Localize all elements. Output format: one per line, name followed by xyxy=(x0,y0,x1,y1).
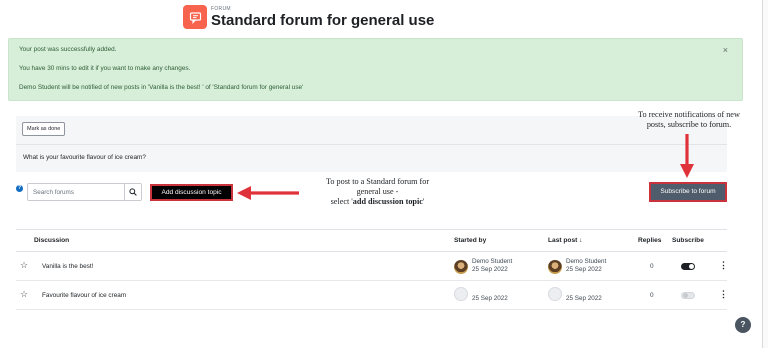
column-discussion[interactable]: Discussion xyxy=(34,237,69,244)
table-row[interactable]: ☆ Vanilla is the best! Demo Student 25 S… xyxy=(16,252,728,281)
alert-message-posted: Your post was successfully added. xyxy=(19,46,117,53)
add-discussion-topic-button[interactable]: Add discussion topic xyxy=(150,184,233,201)
more-options-icon[interactable]: ⋮ xyxy=(719,290,728,299)
scrollbar[interactable] xyxy=(762,0,768,348)
discussion-table: Discussion Started by Last post ↓ Replie… xyxy=(16,229,728,310)
started-by-name[interactable]: Demo Student xyxy=(472,258,512,266)
alert-message-edit-window: You have 30 mins to edit it if you want … xyxy=(19,65,191,72)
avatar[interactable] xyxy=(454,287,468,301)
divider xyxy=(16,144,727,145)
last-post-info: 25 Sep 2022 xyxy=(566,295,602,303)
more-options-icon[interactable]: ⋮ xyxy=(719,261,728,270)
search-button[interactable] xyxy=(124,184,141,200)
avatar[interactable] xyxy=(548,260,562,274)
page-type-label: FORUM xyxy=(211,5,231,12)
annotation-arrow-down xyxy=(680,134,694,178)
forum-icon xyxy=(183,5,207,29)
table-row[interactable]: ☆ Favourite flavour of ice cream 25 Sep … xyxy=(16,281,728,310)
star-icon[interactable]: ☆ xyxy=(20,290,28,299)
mark-as-done-button[interactable]: Mark as done xyxy=(22,122,66,136)
subscribe-toggle[interactable] xyxy=(681,292,695,299)
avatar[interactable] xyxy=(454,260,468,274)
subscribe-toggle[interactable] xyxy=(681,263,695,270)
started-by-date: 25 Sep 2022 xyxy=(472,295,508,302)
started-by-date: 25 Sep 2022 xyxy=(472,266,508,273)
help-icon[interactable]: ? xyxy=(16,185,23,192)
replies-count[interactable]: 0 xyxy=(650,292,654,299)
success-alert: Your post was successfully added. You ha… xyxy=(8,38,743,101)
close-icon[interactable]: × xyxy=(723,45,728,55)
page-title: Standard forum for general use xyxy=(211,11,435,29)
started-by-info: 25 Sep 2022 xyxy=(472,295,508,303)
started-by-info: Demo Student 25 Sep 2022 xyxy=(472,258,512,274)
last-post-info: Demo Student 25 Sep 2022 xyxy=(566,258,606,274)
toggle-knob xyxy=(689,264,694,269)
alert-message-notification: Demo Student will be notified of new pos… xyxy=(19,84,304,91)
search-icon xyxy=(129,188,137,196)
last-post-name[interactable]: Demo Student xyxy=(566,258,606,266)
search-forums xyxy=(27,183,142,201)
star-icon[interactable]: ☆ xyxy=(20,261,28,270)
search-input[interactable] xyxy=(28,184,124,200)
toggle-knob xyxy=(683,293,688,298)
last-post-date[interactable]: 25 Sep 2022 xyxy=(566,295,602,303)
column-replies[interactable]: Replies xyxy=(638,237,661,244)
annotation-arrow-left xyxy=(237,186,299,200)
annotation-add-topic: To post to a Standard forum for general … xyxy=(325,177,430,206)
column-subscribe: Subscribe xyxy=(672,237,704,244)
replies-count[interactable]: 0 xyxy=(650,263,654,270)
subscribe-to-forum-button[interactable]: Subscribe to forum xyxy=(649,182,727,202)
page-header: FORUM Standard forum for general use xyxy=(183,5,434,29)
column-started-by[interactable]: Started by xyxy=(454,237,486,244)
annotation-subscribe: To receive notifications of new posts, s… xyxy=(638,110,740,129)
discussion-link[interactable]: Favourite flavour of ice cream xyxy=(42,292,126,299)
last-post-date[interactable]: 25 Sep 2022 xyxy=(566,266,606,274)
forum-description: What is your favourite flavour of ice cr… xyxy=(23,154,146,161)
discussion-link[interactable]: Vanilla is the best! xyxy=(42,263,93,270)
column-last-post[interactable]: Last post ↓ xyxy=(548,237,582,244)
table-header: Discussion Started by Last post ↓ Replie… xyxy=(16,229,727,252)
avatar[interactable] xyxy=(548,287,562,301)
floating-help-button[interactable]: ? xyxy=(735,317,751,333)
